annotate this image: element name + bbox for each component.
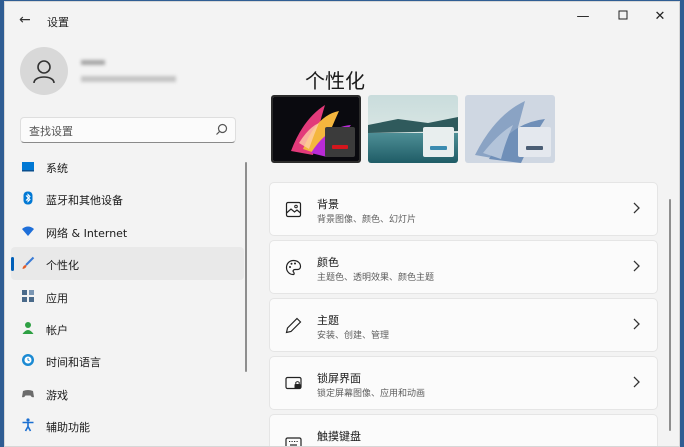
sidebar-scrollbar[interactable] xyxy=(245,162,247,372)
search-input[interactable]: 查找设置 xyxy=(29,123,73,139)
chevron-right-icon xyxy=(633,376,640,388)
sidebar-item-label: 系统 xyxy=(46,162,68,175)
card-subtitle: 主题色、透明效果、颜色主题 xyxy=(317,273,435,283)
user-email-redacted xyxy=(81,76,176,82)
chevron-right-icon xyxy=(633,260,640,272)
sidebar-item-label: 应用 xyxy=(46,291,68,305)
card-title: 颜色 xyxy=(317,256,339,269)
settings-window: ← 设置 — ✕ 查找设置 系统 蓝牙和其他设备 网络 & Internet 个… xyxy=(4,1,680,447)
theme-thumbnail-captured-motion[interactable] xyxy=(368,95,458,163)
avatar[interactable] xyxy=(20,47,68,95)
sidebar-item-system[interactable]: 系统 xyxy=(11,150,244,182)
card-themes[interactable]: 主题 安装、创建、管理 xyxy=(269,298,658,352)
theme-preview-lake xyxy=(368,95,458,163)
brush-icon xyxy=(22,256,35,270)
title-bar: ← 设置 — ✕ xyxy=(5,2,679,38)
sidebar-item-accounts[interactable]: 帐户 xyxy=(11,312,244,344)
keyboard-icon xyxy=(285,437,302,446)
apps-icon xyxy=(22,289,34,302)
theme-thumbnail-bloom[interactable] xyxy=(465,95,555,163)
card-title: 触摸键盘 xyxy=(317,430,361,443)
card-background[interactable]: 背景 背景图像、颜色、幻灯片 xyxy=(269,182,658,236)
theme-thumbnail-glow[interactable] xyxy=(271,95,361,163)
sidebar-item-label: 游戏 xyxy=(46,388,68,402)
palette-icon xyxy=(285,259,302,276)
chevron-right-icon xyxy=(633,318,640,330)
lock-screen-icon xyxy=(285,376,302,390)
sidebar-item-apps[interactable]: 应用 xyxy=(11,280,244,312)
user-name-redacted xyxy=(81,60,105,65)
sidebar-item-bluetooth[interactable]: 蓝牙和其他设备 xyxy=(11,182,244,214)
minimize-button[interactable]: — xyxy=(568,7,598,27)
globe-clock-icon xyxy=(22,354,34,367)
search-box[interactable]: 查找设置 xyxy=(20,117,236,143)
bluetooth-icon xyxy=(23,191,33,205)
sidebar-item-label: 时间和语言 xyxy=(46,356,101,370)
image-icon xyxy=(285,201,302,218)
maximize-button[interactable] xyxy=(608,7,638,27)
sidebar-item-label: 网络 & Internet xyxy=(46,226,128,240)
chevron-right-icon xyxy=(633,202,640,214)
sidebar-item-personalization[interactable]: 个性化 xyxy=(11,247,244,280)
card-lock-screen[interactable]: 锁屏界面 锁定屏幕图像、应用和动画 xyxy=(269,356,658,410)
accessibility-icon xyxy=(22,418,34,432)
page-title: 个性化 xyxy=(305,69,365,93)
sidebar-item-network[interactable]: 网络 & Internet xyxy=(11,215,244,247)
search-icon xyxy=(216,123,228,135)
card-subtitle: 安装、创建、管理 xyxy=(317,331,390,341)
close-button[interactable]: ✕ xyxy=(645,7,675,27)
theme-preview-bloom xyxy=(465,95,555,163)
gamepad-icon xyxy=(22,389,34,398)
card-touch-keyboard[interactable]: 触摸键盘 xyxy=(269,414,658,446)
app-title: 设置 xyxy=(47,16,69,29)
sidebar-item-label: 蓝牙和其他设备 xyxy=(46,194,123,208)
card-title: 主题 xyxy=(317,314,339,327)
main-scrollbar[interactable] xyxy=(669,199,671,431)
back-arrow-icon[interactable]: ← xyxy=(19,12,31,28)
sidebar-item-label: 帐户 xyxy=(46,323,68,337)
monitor-icon xyxy=(22,162,34,172)
card-subtitle: 锁定屏幕图像、应用和动画 xyxy=(317,389,426,399)
person-icon xyxy=(22,321,34,334)
card-title: 锁屏界面 xyxy=(317,372,361,385)
card-subtitle: 背景图像、颜色、幻灯片 xyxy=(317,215,417,225)
theme-preview-glow xyxy=(273,97,359,161)
person-icon xyxy=(33,60,55,84)
sidebar-item-time-language[interactable]: 时间和语言 xyxy=(11,344,244,376)
card-title: 背景 xyxy=(317,198,339,211)
wifi-icon xyxy=(22,226,34,236)
card-colors[interactable]: 颜色 主题色、透明效果、颜色主题 xyxy=(269,240,658,294)
pen-icon xyxy=(285,317,302,334)
sidebar-item-accessibility[interactable]: 辅助功能 xyxy=(11,409,244,441)
sidebar-item-label: 个性化 xyxy=(46,259,79,273)
active-indicator xyxy=(11,257,14,272)
sidebar-item-gaming[interactable]: 游戏 xyxy=(11,377,244,409)
sidebar-item-label: 辅助功能 xyxy=(46,421,90,435)
sidebar-nav: 系统 蓝牙和其他设备 网络 & Internet 个性化 应用 帐户 时间和语言… xyxy=(11,150,244,442)
